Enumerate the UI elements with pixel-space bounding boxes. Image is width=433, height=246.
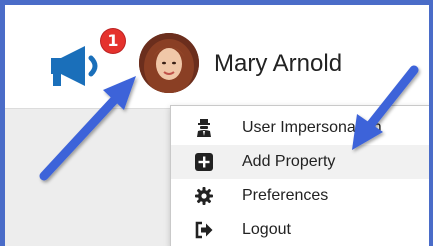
menu-item-label: User Impersonation bbox=[242, 119, 382, 136]
app-frame: 1 Mary Arnold User Impersonation Add Pro… bbox=[5, 5, 429, 246]
avatar[interactable] bbox=[139, 33, 199, 93]
plus-square-icon bbox=[195, 153, 213, 171]
menu-item-preferences[interactable]: Preferences bbox=[171, 179, 429, 213]
user-dropdown-menu: User Impersonation Add Property Preferen… bbox=[170, 105, 429, 246]
megaphone-icon bbox=[51, 46, 98, 86]
menu-item-user-impersonation[interactable]: User Impersonation bbox=[171, 111, 429, 145]
menu-item-label: Logout bbox=[242, 221, 291, 238]
user-name[interactable]: Mary Arnold bbox=[214, 50, 342, 78]
menu-item-label: Add Property bbox=[242, 153, 336, 170]
menu-item-label: Preferences bbox=[242, 187, 329, 204]
menu-item-add-property[interactable]: Add Property bbox=[171, 145, 429, 179]
notifications-button[interactable]: 1 bbox=[47, 29, 125, 89]
notification-count-badge: 1 bbox=[101, 29, 125, 53]
gear-icon bbox=[195, 187, 213, 205]
menu-item-logout[interactable]: Logout bbox=[171, 213, 429, 246]
user-secret-icon bbox=[195, 119, 213, 137]
sign-out-icon bbox=[195, 221, 213, 239]
